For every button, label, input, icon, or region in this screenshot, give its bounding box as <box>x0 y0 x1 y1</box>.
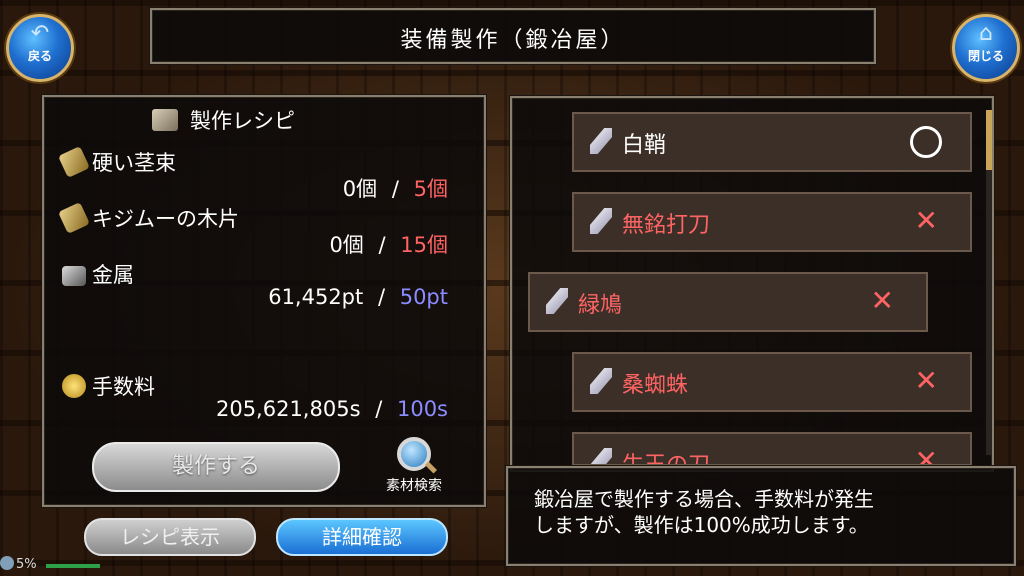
need-value: 5個 <box>413 177 448 201</box>
material-search-label: 素材検索 <box>386 478 442 494</box>
title-bar: 装備製作（鍛冶屋） <box>150 8 876 64</box>
stem-bundle-icon <box>58 146 90 178</box>
qty-separator: / <box>377 285 386 309</box>
material-name-1: 硬い茎束 <box>58 146 176 178</box>
need-value: 100s <box>396 397 448 421</box>
status-bar: 5% <box>0 556 100 572</box>
sword-icon <box>590 448 612 464</box>
need-value: 15個 <box>400 233 448 257</box>
back-button[interactable]: ↶ 戻る <box>6 14 74 82</box>
message-panel: 鍛冶屋で製作する場合、手数料が発生 しますが、製作は100%成功します。 <box>506 466 1016 566</box>
not-craftable-x-icon: ✕ <box>914 364 938 397</box>
page-title: 装備製作（鍛冶屋） <box>400 28 626 53</box>
metal-ingot-icon <box>62 266 86 286</box>
material-qty-2: 0個 / 15個 <box>329 229 448 259</box>
item-name: 桑蜘蛛 <box>622 373 689 398</box>
list-item-2[interactable]: 無銘打刀 ✕ <box>572 192 972 252</box>
have-value: 0個 <box>342 177 378 201</box>
material-name-3: 金属 <box>62 259 134 289</box>
have-value: 61,452pt <box>268 285 364 309</box>
craft-button[interactable]: 製作する <box>92 442 340 492</box>
sword-icon <box>590 208 612 234</box>
battery-bar <box>46 564 100 568</box>
item-name: 緑鳩 <box>578 293 623 318</box>
list-item-1[interactable]: 白鞘 <box>572 112 972 172</box>
sword-icon <box>590 368 612 394</box>
back-label: 戻る <box>27 49 52 63</box>
material-label: 硬い茎束 <box>92 151 176 175</box>
have-value: 0個 <box>329 233 364 257</box>
back-arrow-icon: ↶ <box>30 21 50 46</box>
message-text: 鍛冶屋で製作する場合、手数料が発生 しますが、製作は100%成功します。 <box>534 486 874 538</box>
list-item-3-selected[interactable]: 緑鳩 ✕ <box>528 272 928 332</box>
message-line-1: 鍛冶屋で製作する場合、手数料が発生 <box>534 487 874 511</box>
qty-separator: / <box>375 397 383 421</box>
recipe-header-text: 製作レシピ <box>190 109 295 133</box>
need-value: 50pt <box>399 285 448 309</box>
close-label: 閉じる <box>967 49 1004 63</box>
sword-icon <box>546 288 568 314</box>
not-craftable-x-icon: ✕ <box>914 444 938 466</box>
home-icon: ⌂ <box>979 21 993 46</box>
close-button[interactable]: ⌂ 閉じる <box>952 14 1020 82</box>
not-craftable-x-icon: ✕ <box>870 284 894 317</box>
list-item-5-partial[interactable]: 生王の刀 ✕ <box>572 432 972 466</box>
scrollbar-thumb[interactable] <box>986 110 992 170</box>
message-line-2: しますが、製作は100%成功します。 <box>534 513 869 537</box>
material-qty-1: 0個 / 5個 <box>343 173 448 203</box>
qty-separator: / <box>391 177 399 201</box>
detail-check-button[interactable]: 詳細確認 <box>276 518 448 556</box>
battery-icon <box>0 556 14 570</box>
material-name-4: 手数料 <box>62 371 155 401</box>
material-label: 手数料 <box>92 375 155 399</box>
material-label: 金属 <box>92 263 134 287</box>
item-name: 白鞘 <box>622 133 667 158</box>
craftable-circle-icon <box>910 126 942 158</box>
recipe-panel: 製作レシピ 硬い茎束 0個 / 5個 キジムーの木片 0個 / 15個 金属 6… <box>42 95 486 507</box>
not-craftable-x-icon: ✕ <box>914 204 938 237</box>
material-qty-4: 205,621,805s / 100s <box>216 397 448 421</box>
material-qty-3: 61,452pt / 50pt <box>268 285 448 309</box>
item-name: 生王の刀 <box>622 453 711 466</box>
material-label: キジムーの木片 <box>92 207 239 231</box>
recipe-view-button[interactable]: レシピ表示 <box>84 518 256 556</box>
material-name-2: キジムーの木片 <box>58 202 239 234</box>
recipe-book-icon <box>152 109 178 131</box>
qty-separator: / <box>378 233 386 257</box>
battery-percent: 5% <box>16 557 37 572</box>
item-name: 無銘打刀 <box>622 213 711 238</box>
coin-icon <box>62 374 86 398</box>
have-value: 205,621,805s <box>215 397 361 421</box>
wood-chip-icon <box>58 202 90 234</box>
magnifier-icon <box>397 437 431 471</box>
sword-icon <box>590 128 612 154</box>
material-search-button[interactable]: 素材検索 <box>369 437 459 495</box>
item-list-scrollbar[interactable] <box>986 110 992 455</box>
list-item-4[interactable]: 桑蜘蛛 ✕ <box>572 352 972 412</box>
recipe-header: 製作レシピ <box>152 105 295 135</box>
